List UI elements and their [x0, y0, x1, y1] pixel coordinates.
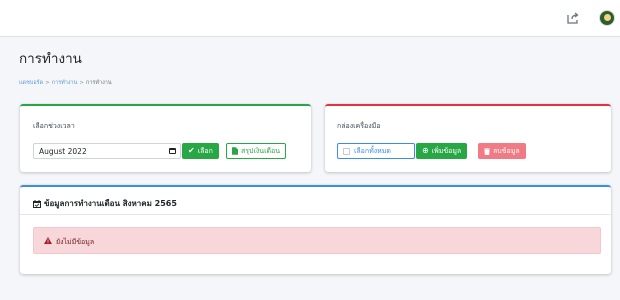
no-data-text: ยังไม่มีข้อมูล — [56, 238, 95, 246]
breadcrumb-separator: > — [79, 80, 85, 86]
select-button[interactable]: ✔ เลือก — [182, 143, 219, 159]
work-data-header: ข้อมูลการทำงานเดือน สิงหาคม 2565 — [33, 197, 177, 210]
share-icon[interactable] — [566, 11, 580, 25]
salary-summary-button[interactable]: สรุปเงินเดือน — [226, 143, 286, 159]
delete-data-label: ลบข้อมูล — [493, 146, 520, 155]
select-button-label: เลือก — [197, 146, 213, 155]
add-data-label: เพิ่มข้อมูล — [431, 146, 462, 155]
breadcrumb-current: การทำงาน — [86, 80, 112, 86]
file-icon — [232, 147, 238, 155]
card-divider — [20, 214, 611, 215]
top-navbar — [0, 0, 620, 37]
select-all-button[interactable]: เลือกทั้งหมด — [337, 143, 415, 159]
add-data-button[interactable]: ⊕ เพิ่มข้อมูล — [416, 143, 468, 159]
work-data-title: ข้อมูลการทำงานเดือน สิงหาคม 2565 — [44, 199, 177, 208]
toolbox-card — [325, 104, 611, 172]
delete-data-button[interactable]: ลบข้อมูล — [478, 143, 526, 159]
select-period-label: เลือกช่วงเวลา — [33, 122, 75, 130]
trash-icon — [484, 147, 490, 155]
calendar-check-icon — [33, 199, 41, 208]
warning-icon — [44, 237, 52, 244]
calendar-icon[interactable] — [169, 148, 176, 154]
breadcrumb: แดชบอร์ด > การทำงาน > การทำงาน — [19, 79, 112, 87]
breadcrumb-dashboard-link[interactable]: แดชบอร์ด — [19, 80, 43, 86]
select-period-card — [20, 104, 311, 172]
month-input-value: August 2022 — [39, 147, 87, 156]
breadcrumb-work-link[interactable]: การทำงาน — [52, 80, 78, 86]
plus-circle-icon: ⊕ — [422, 146, 429, 155]
salary-summary-label: สรุปเงินเดือน — [241, 146, 280, 155]
user-avatar[interactable] — [599, 10, 615, 26]
page-title: การทำงาน — [19, 51, 82, 67]
checkbox-icon — [343, 147, 350, 155]
select-all-label: เลือกทั้งหมด — [354, 146, 391, 155]
month-input[interactable]: August 2022 — [33, 143, 181, 159]
no-data-alert: ยังไม่มีข้อมูล — [33, 227, 601, 254]
check-icon: ✔ — [188, 146, 195, 155]
toolbox-label: กล่องเครื่องมือ — [337, 122, 381, 130]
breadcrumb-separator: > — [45, 80, 50, 86]
